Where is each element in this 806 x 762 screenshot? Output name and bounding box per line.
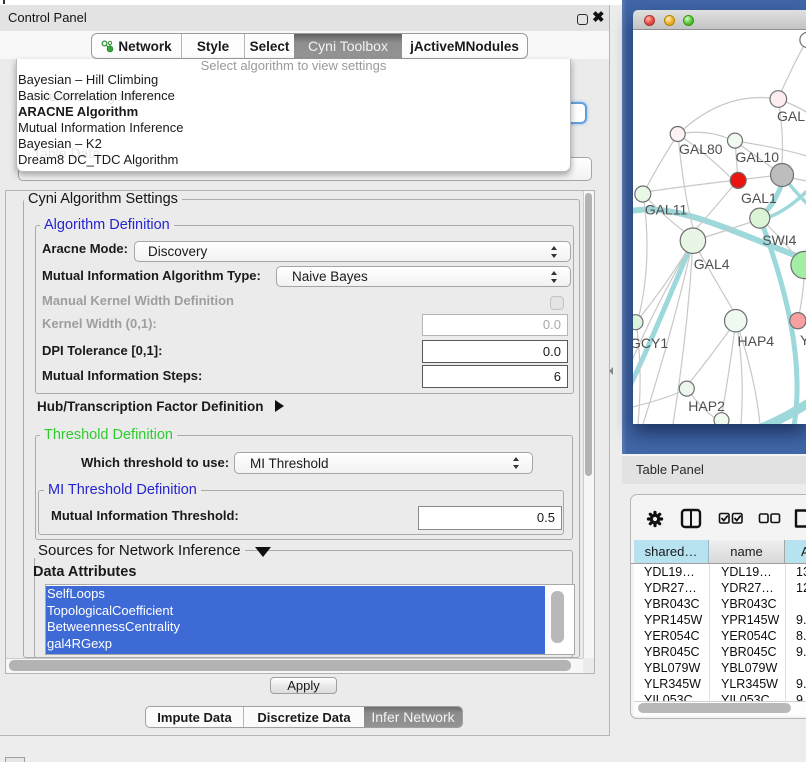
svg-text:GAL11: GAL11 xyxy=(645,202,688,218)
svg-text:SWI4: SWI4 xyxy=(762,232,796,248)
svg-text:GAL1: GAL1 xyxy=(741,190,777,206)
svg-text:HAP2: HAP2 xyxy=(688,398,725,414)
svg-text:GAL10: GAL10 xyxy=(736,149,780,165)
svg-text:HAP4: HAP4 xyxy=(738,333,775,349)
svg-text:GAL80: GAL80 xyxy=(679,141,723,157)
svg-text:GCY1: GCY1 xyxy=(633,335,668,351)
svg-text:GAL7: GAL7 xyxy=(777,108,806,124)
svg-text:YM: YM xyxy=(800,332,806,348)
svg-text:GAL4: GAL4 xyxy=(694,256,730,272)
